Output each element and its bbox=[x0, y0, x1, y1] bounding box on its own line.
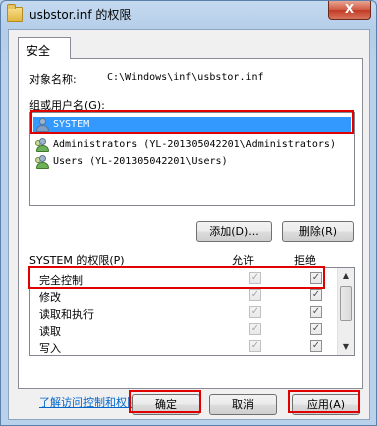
window-title: usbstor.inf 的权限 bbox=[29, 8, 132, 22]
permission-row-full-control: 完全控制 ✓ ✓ bbox=[30, 270, 338, 287]
scroll-down-icon[interactable]: ▼ bbox=[338, 339, 354, 355]
add-button[interactable]: 添加(D)... bbox=[196, 221, 272, 242]
scroll-up-icon[interactable]: ▲ bbox=[338, 268, 354, 284]
permissions-list[interactable]: 完全控制 ✓ ✓ 修改 ✓ ✓ 读取和执行 ✓ ✓ 读取 ✓ ✓ 写入 ✓ ✓ … bbox=[29, 267, 355, 356]
permission-name: 读取 bbox=[39, 325, 61, 338]
groups-listbox[interactable]: SYSTEM Administrators (YL-201305042201\A… bbox=[29, 112, 355, 206]
permission-name: 写入 bbox=[39, 342, 61, 355]
object-name-value: C:\Windows\inf\usbstor.inf bbox=[107, 72, 264, 83]
tab-security[interactable]: 安全 bbox=[18, 37, 71, 59]
title-bar[interactable]: usbstor.inf 的权限 X bbox=[1, 1, 376, 29]
user-group-icon bbox=[35, 155, 51, 169]
deny-checkbox[interactable]: ✓ bbox=[310, 272, 322, 284]
permission-row-write: 写入 ✓ ✓ bbox=[30, 338, 338, 355]
object-name-label: 对象名称: bbox=[29, 73, 77, 86]
list-item-users[interactable]: Users (YL-201305042201\Users) bbox=[33, 154, 351, 171]
deny-checkbox[interactable]: ✓ bbox=[310, 306, 322, 318]
allow-checkbox[interactable]: ✓ bbox=[249, 289, 261, 301]
allow-checkbox[interactable]: ✓ bbox=[249, 323, 261, 335]
list-item-label: SYSTEM bbox=[53, 119, 90, 130]
permissions-dialog: usbstor.inf 的权限 X 安全 对象名称: C:\Windows\in… bbox=[0, 0, 377, 426]
groups-label: 组或用户名(G): bbox=[29, 99, 105, 112]
list-item-label: Administrators (YL-201305042201\Administ… bbox=[53, 139, 336, 150]
permission-name: 读取和执行 bbox=[39, 308, 94, 321]
permission-row-read: 读取 ✓ ✓ bbox=[30, 321, 338, 338]
user-group-icon bbox=[35, 118, 51, 132]
dialog-body: 安全 对象名称: C:\Windows\inf\usbstor.inf 组或用户… bbox=[8, 29, 370, 420]
close-button[interactable]: X bbox=[328, 1, 371, 20]
scroll-thumb[interactable] bbox=[340, 286, 352, 321]
permission-row-modify: 修改 ✓ ✓ bbox=[30, 287, 338, 304]
allow-checkbox[interactable]: ✓ bbox=[249, 340, 261, 352]
list-item-label: Users (YL-201305042201\Users) bbox=[53, 156, 228, 167]
permission-name: 修改 bbox=[39, 291, 61, 304]
apply-button[interactable]: 应用(A) bbox=[292, 394, 360, 415]
ok-button[interactable]: 确定 bbox=[132, 394, 200, 415]
remove-button[interactable]: 删除(R) bbox=[282, 221, 354, 242]
allow-checkbox[interactable]: ✓ bbox=[249, 306, 261, 318]
list-item-system[interactable]: SYSTEM bbox=[33, 117, 351, 134]
folder-icon bbox=[7, 4, 23, 22]
permission-name: 完全控制 bbox=[39, 274, 83, 287]
list-item-administrators[interactable]: Administrators (YL-201305042201\Administ… bbox=[33, 137, 351, 154]
deny-column-header: 拒绝 bbox=[294, 254, 316, 267]
access-control-help-link[interactable]: 了解访问控制和权限 bbox=[39, 394, 138, 410]
allow-column-header: 允许 bbox=[232, 254, 254, 267]
permission-row-read-execute: 读取和执行 ✓ ✓ bbox=[30, 304, 338, 321]
user-group-icon bbox=[35, 138, 51, 152]
permissions-scrollbar[interactable]: ▲ ▼ bbox=[337, 268, 354, 355]
deny-checkbox[interactable]: ✓ bbox=[310, 340, 322, 352]
permissions-header: SYSTEM 的权限(P) bbox=[29, 254, 125, 267]
allow-checkbox[interactable]: ✓ bbox=[249, 272, 261, 284]
deny-checkbox[interactable]: ✓ bbox=[310, 289, 322, 301]
cancel-button[interactable]: 取消 bbox=[209, 394, 277, 415]
security-panel: 对象名称: C:\Windows\inf\usbstor.inf 组或用户名(G… bbox=[18, 58, 363, 409]
deny-checkbox[interactable]: ✓ bbox=[310, 323, 322, 335]
